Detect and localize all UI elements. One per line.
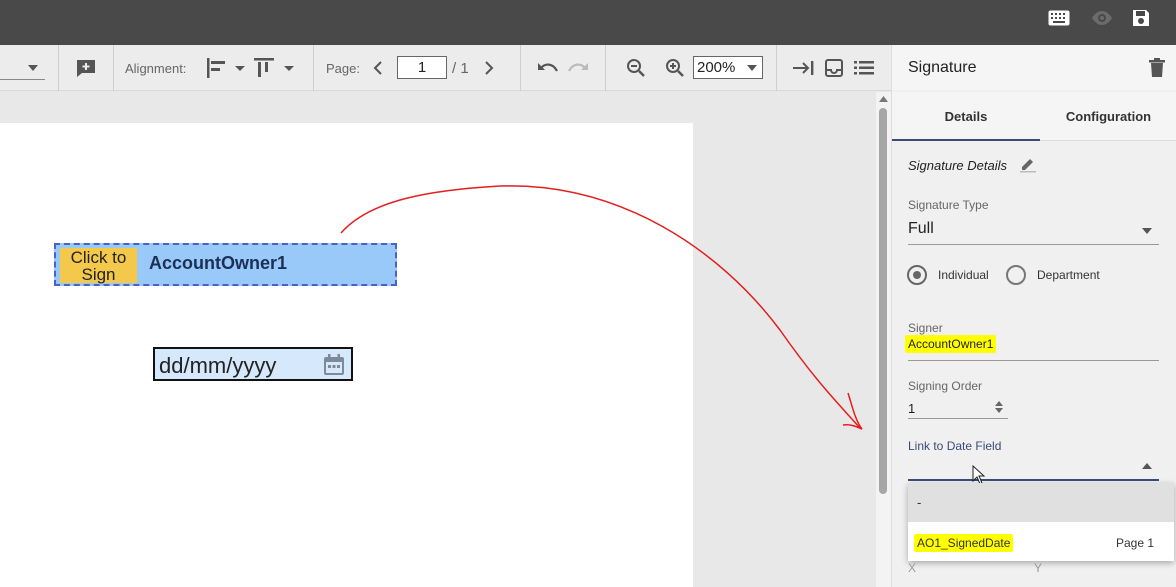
date-field[interactable]: dd/mm/yyyy: [153, 347, 353, 381]
align-left-button[interactable]: [205, 45, 249, 91]
redo-icon: [568, 63, 588, 72]
scroll-up-icon: [879, 96, 888, 102]
top-bar: [0, 0, 1176, 45]
undo-icon: [538, 63, 558, 72]
radio-department[interactable]: [1006, 265, 1026, 285]
chevron-down-icon[interactable]: [1142, 228, 1152, 234]
redo-button[interactable]: [566, 45, 590, 91]
align-top-button[interactable]: [254, 45, 298, 91]
click-to-sign-button[interactable]: Click to Sign: [60, 248, 137, 283]
dropdown-option-none[interactable]: -: [908, 483, 1174, 522]
document-area: [0, 92, 876, 587]
active-tab-indicator: [892, 139, 1040, 141]
zoom-out-button[interactable]: [625, 45, 647, 91]
zoom-out-icon: [627, 59, 645, 77]
signer-underline: [908, 360, 1159, 361]
field-type-select[interactable]: [0, 45, 46, 91]
chevron-right-icon: [485, 61, 494, 75]
option-page: Page 1: [1116, 536, 1155, 550]
x-label: X: [908, 561, 917, 575]
page-total: / 1: [452, 59, 469, 77]
signing-order-input[interactable]: 1: [908, 401, 915, 416]
date-placeholder: dd/mm/yyyy: [159, 353, 277, 378]
scrollbar-thumb[interactable]: [879, 108, 887, 494]
radio-individual-label: Individual: [938, 268, 989, 282]
dropdown-option-ao1-signeddate[interactable]: AO1_SignedDate Page 1: [908, 522, 1174, 561]
save-icon[interactable]: [1129, 8, 1153, 28]
y-label: Y: [1034, 561, 1043, 575]
next-page-button[interactable]: [481, 45, 497, 91]
chevron-down-icon: [28, 65, 38, 71]
date-field-dropdown: - AO1_SignedDate Page 1: [908, 483, 1174, 561]
panel-tabs: Details Configuration: [892, 92, 1176, 141]
signing-order-underline: [908, 418, 1008, 419]
stepper-icon[interactable]: [995, 401, 1003, 413]
radio-department-label: Department: [1037, 268, 1100, 282]
list-button[interactable]: [853, 45, 875, 91]
calendar-icon[interactable]: [322, 353, 346, 377]
fit-width-button[interactable]: [791, 45, 815, 91]
signer-value: AccountOwner1: [905, 335, 997, 353]
signature-field[interactable]: Click to Sign AccountOwner1: [54, 243, 397, 286]
inbox-button[interactable]: [823, 45, 845, 91]
edit-icon[interactable]: [1019, 155, 1037, 173]
signature-type-label: Signature Type: [908, 198, 989, 212]
align-top-icon: [254, 58, 294, 77]
keyboard-icon[interactable]: [1047, 8, 1071, 28]
section-title: Signature Details: [908, 158, 1007, 173]
radio-dot: [913, 271, 921, 279]
zoom-select[interactable]: 200%: [693, 56, 763, 79]
link-date-field-select[interactable]: [908, 479, 1159, 481]
signer-label: Signer: [908, 321, 943, 335]
panel-title: Signature: [908, 59, 977, 76]
zoom-in-icon: [666, 59, 684, 77]
align-left-icon: [207, 58, 245, 78]
signer-field[interactable]: AccountOwner1: [905, 335, 997, 353]
zoom-value: 200%: [697, 59, 736, 76]
tab-details[interactable]: Details: [892, 92, 1040, 141]
option-label: AO1_SignedDate: [914, 534, 1014, 552]
radio-individual[interactable]: [907, 265, 927, 285]
signing-order-label: Signing Order: [908, 379, 983, 393]
cursor-icon: [972, 465, 985, 485]
signature-type-underline: [908, 244, 1159, 245]
properties-panel: Signature Details Configuration Signatur…: [891, 45, 1176, 587]
panel-header: Signature: [892, 45, 1176, 90]
chevron-up-icon[interactable]: [1142, 463, 1152, 469]
trash-icon[interactable]: [1149, 58, 1165, 77]
chevron-down-icon: [747, 65, 757, 71]
prev-page-button[interactable]: [370, 45, 386, 91]
tab-configuration[interactable]: Configuration: [1040, 92, 1176, 141]
list-icon: [854, 61, 874, 75]
signature-type-select[interactable]: Full: [908, 220, 934, 238]
chevron-left-icon: [373, 61, 382, 75]
page-label: Page:: [326, 60, 360, 76]
arrow-to-end-icon: [793, 61, 814, 75]
undo-button[interactable]: [536, 45, 560, 91]
page-number-input[interactable]: 1: [397, 56, 447, 79]
inbox-icon: [825, 59, 843, 77]
add-comment-icon[interactable]: [74, 45, 98, 91]
link-date-field-label: Link to Date Field: [908, 439, 1002, 453]
alignment-label: Alignment:: [125, 60, 187, 76]
eye-icon[interactable]: [1090, 8, 1114, 28]
signature-field-signer: AccountOwner1: [149, 253, 288, 273]
zoom-in-button[interactable]: [664, 45, 686, 91]
